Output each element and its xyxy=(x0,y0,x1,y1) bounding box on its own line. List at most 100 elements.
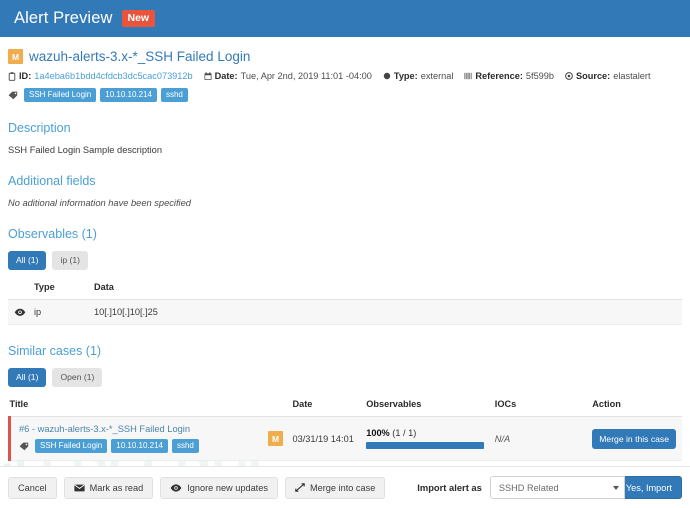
meta-date-value: Tue, Apr 2nd, 2019 11:01 -04:00 xyxy=(240,71,372,81)
envelope-icon xyxy=(74,484,85,492)
mark-as-read-label: Mark as read xyxy=(89,482,144,493)
table-row: #6 - wazuh-alerts-3.x-*_SSH Failed Login… xyxy=(8,416,682,462)
modal-footer: Cancel Mark as read Ignore new updates M… xyxy=(0,466,690,508)
similar-cases-table-head: Title Date Observables IOCs Action xyxy=(9,399,682,418)
observables-table-body: ip 10[.]10[.]10[.]25 xyxy=(8,299,682,326)
merge-in-this-case-button[interactable]: Merge in this case xyxy=(592,428,676,449)
similar-case-tag[interactable]: 10.10.10.214 xyxy=(111,439,168,454)
meta-id: ID: 1a4eba6b1bdd4cfdcb3dc5cac073912b xyxy=(8,71,193,81)
observable-data: 10[.]10[.]10[.]25 xyxy=(94,299,682,326)
table-header-row: Title Date Observables IOCs Action xyxy=(9,399,682,418)
footer-right-actions: Import alert as SSHD Related Yes, Import xyxy=(417,476,682,499)
alert-title[interactable]: wazuh-alerts-3.x-*_SSH Failed Login xyxy=(29,49,250,64)
ignore-new-updates-button[interactable]: Ignore new updates xyxy=(160,476,278,499)
meta-date-label: Date: xyxy=(214,71,238,81)
alert-metadata-row: ID: 1a4eba6b1bdd4cfdcb3dc5cac073912b Dat… xyxy=(8,71,682,81)
meta-source: Source: elastalert xyxy=(565,71,651,81)
meta-date: Date: Tue, Apr 2nd, 2019 11:01 -04:00 xyxy=(204,71,372,81)
progress-bar-track xyxy=(366,442,485,450)
similar-case-tags: SSH Failed Login 10.10.10.214 sshd xyxy=(19,439,268,454)
similar-cases-table: Title Date Observables IOCs Action #6 - … xyxy=(8,399,682,462)
similar-cases-col-iocs: IOCs xyxy=(494,399,593,418)
observables-filter-ip[interactable]: ip (1) xyxy=(52,251,89,271)
progress-bar-fill xyxy=(366,442,485,450)
tag-icon xyxy=(19,442,29,451)
meta-source-label: Source: xyxy=(576,71,611,81)
additional-fields-heading: Additional fields xyxy=(8,174,96,188)
modal-body: M wazuh-alerts-3.x-*_SSH Failed Login ID… xyxy=(0,37,690,462)
similar-cases-filter-all[interactable]: All (1) xyxy=(8,368,47,388)
target-icon xyxy=(565,72,573,80)
status-badge-new: New xyxy=(121,10,156,27)
alert-preview-modal: ılFREEBUF Alert Preview New M wazuh-aler… xyxy=(0,0,690,508)
cancel-button[interactable]: Cancel xyxy=(8,476,57,499)
similar-cases-heading: Similar cases (1) xyxy=(8,344,102,359)
observables-filters: All (1) ip (1) xyxy=(8,251,682,271)
footer-left-actions: Cancel Mark as read Ignore new updates M… xyxy=(8,476,386,499)
yes-import-button[interactable]: Yes, Import xyxy=(615,476,682,499)
observable-visibility-cell xyxy=(8,299,34,326)
observables-progress-percent: 100% xyxy=(366,428,390,439)
import-type-value: SSHD Related xyxy=(498,482,559,493)
eye-icon xyxy=(170,483,182,492)
meta-type-value: external xyxy=(420,71,454,81)
page-title: Alert Preview xyxy=(14,9,113,27)
observables-heading: Observables (1) xyxy=(8,227,97,241)
additional-fields-text: No aditional information have been speci… xyxy=(8,198,191,208)
similar-case-iocs-cell: N/A xyxy=(494,416,593,462)
observables-table-head: Type Data xyxy=(8,282,682,301)
similar-cases-col-title: Title xyxy=(9,399,269,418)
observables-col-data: Data xyxy=(94,282,682,301)
clipboard-icon xyxy=(8,71,16,81)
similar-cases-col-severity xyxy=(268,399,293,418)
tag-icon xyxy=(8,91,18,100)
similar-case-severity-cell: M xyxy=(268,416,293,462)
alert-summary: M wazuh-alerts-3.x-*_SSH Failed Login ID… xyxy=(8,37,682,102)
observables-filter-all[interactable]: All (1) xyxy=(8,251,47,271)
similar-cases-col-action: Action xyxy=(592,399,682,418)
similar-case-observables-cell: 100% (1 / 1) xyxy=(366,416,495,462)
similar-case-tag[interactable]: SSH Failed Login xyxy=(35,439,108,454)
observables-table: Type Data ip 10[.]10[.]10[.]25 xyxy=(8,282,682,326)
similar-case-tag[interactable]: sshd xyxy=(171,439,199,454)
arrows-merge-icon xyxy=(295,483,305,492)
alert-tags-row: SSH Failed Login 10.10.10.214 sshd xyxy=(8,88,682,102)
observables-progress-label: 100% (1 / 1) xyxy=(366,428,486,438)
meta-reference: Reference: 5f599b xyxy=(464,71,554,81)
import-control-group: SSHD Related Yes, Import xyxy=(489,476,682,499)
calendar-icon xyxy=(204,71,212,81)
alert-tag[interactable]: sshd xyxy=(160,88,188,102)
similar-cases-col-date: Date xyxy=(292,399,367,418)
description-text: SSH Failed Login Sample description xyxy=(8,145,162,155)
meta-id-value: 1a4eba6b1bdd4cfdcb3dc5cac073912b xyxy=(34,71,193,81)
merge-into-case-button[interactable]: Merge into case xyxy=(284,476,386,499)
table-header-row: Type Data xyxy=(8,282,682,301)
meta-reference-label: Reference: xyxy=(475,71,523,81)
import-alert-as-label: Import alert as xyxy=(417,482,482,493)
similar-case-link[interactable]: #6 - wazuh-alerts-3.x-*_SSH Failed Login xyxy=(19,424,190,434)
ignore-new-updates-label: Ignore new updates xyxy=(187,482,268,493)
observables-progress: 100% (1 / 1) xyxy=(366,428,486,450)
observable-type: ip xyxy=(34,299,94,326)
chevron-down-icon xyxy=(612,485,619,490)
similar-case-iocs: N/A xyxy=(494,433,511,444)
similar-cases-filters: All (1) Open (1) xyxy=(8,368,682,388)
import-type-select[interactable]: SSHD Related xyxy=(489,476,625,499)
observables-progress-ratio: (1 / 1) xyxy=(392,428,417,439)
similar-case-date: 03/31/19 14:01 xyxy=(292,416,367,462)
meta-type-label: Type: xyxy=(393,71,418,81)
similar-cases-filter-open[interactable]: Open (1) xyxy=(52,368,103,388)
eye-icon[interactable] xyxy=(14,308,34,317)
alert-title-row: M wazuh-alerts-3.x-*_SSH Failed Login xyxy=(8,49,682,64)
observables-col-icon xyxy=(8,282,34,301)
circle-icon xyxy=(383,72,391,80)
alert-tag[interactable]: 10.10.10.214 xyxy=(100,88,157,102)
severity-badge: M xyxy=(268,431,284,447)
mark-as-read-button[interactable]: Mark as read xyxy=(63,476,154,499)
table-row: ip 10[.]10[.]10[.]25 xyxy=(8,299,682,326)
alert-tag[interactable]: SSH Failed Login xyxy=(24,88,97,102)
modal-header: Alert Preview New xyxy=(0,0,690,37)
meta-type: Type: external xyxy=(383,71,454,81)
similar-cases-table-body: #6 - wazuh-alerts-3.x-*_SSH Failed Login… xyxy=(8,416,682,462)
barcode-icon xyxy=(464,72,473,80)
